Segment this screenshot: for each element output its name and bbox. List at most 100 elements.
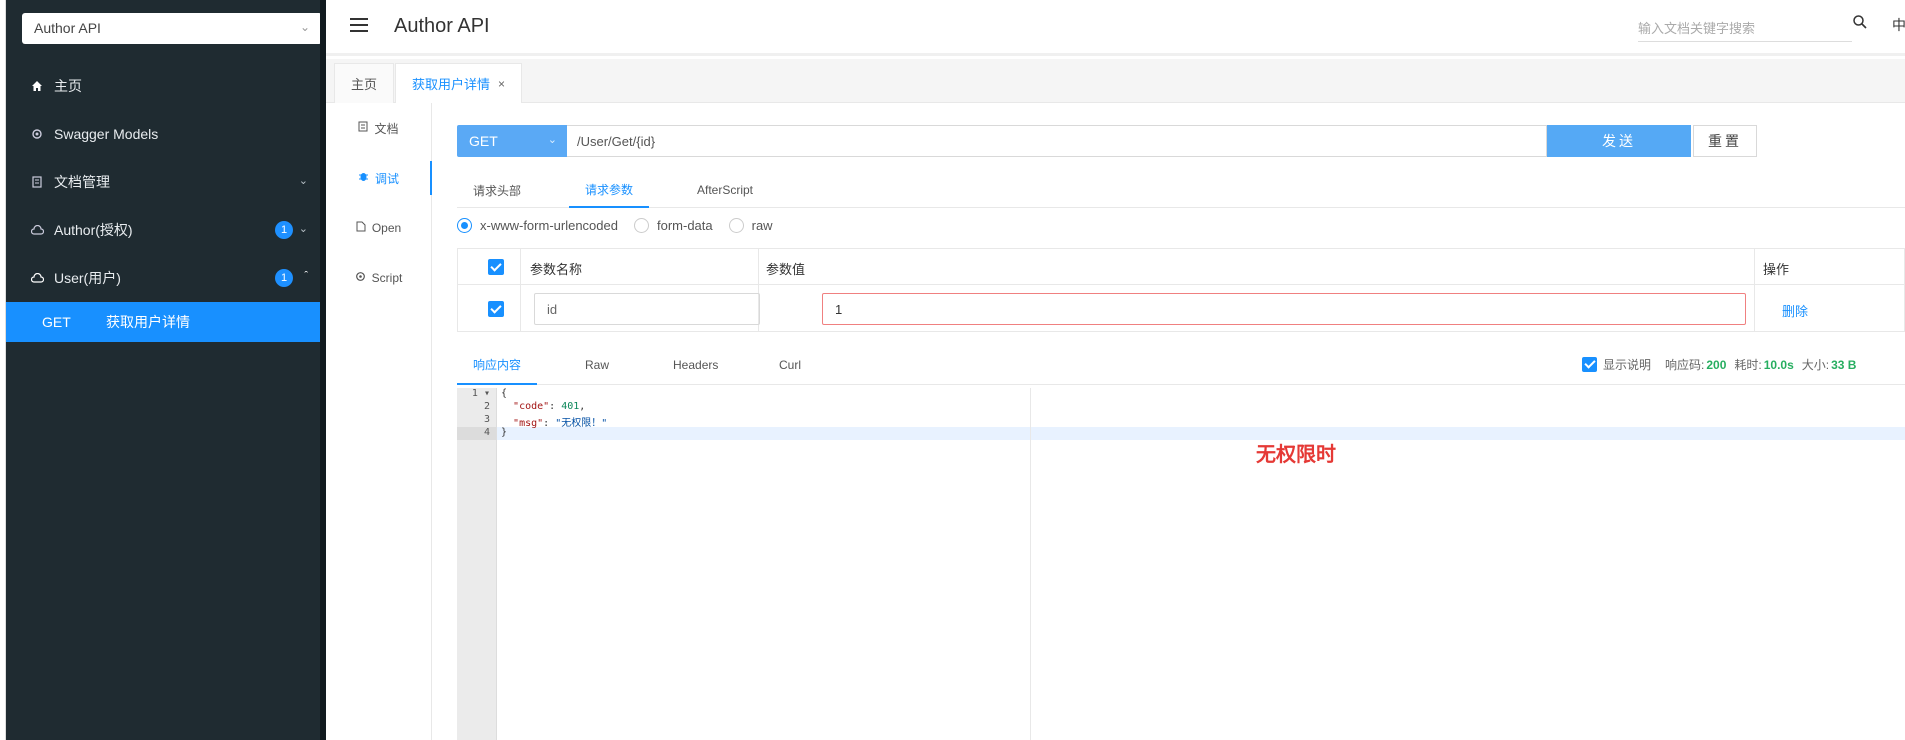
line-number: 4: [457, 427, 496, 440]
gear-icon: [355, 271, 366, 285]
chevron-down-icon: ⌄: [298, 175, 308, 187]
sidebar-item-label: Swagger Models: [54, 126, 159, 142]
radio-label: raw: [751, 218, 773, 233]
editor-print-margin: [1030, 388, 1031, 740]
response-time-value: 10.0s: [1763, 357, 1794, 372]
chevron-down-icon: ⌄: [298, 223, 308, 235]
request-tabs: 请求头部 请求参数 AfterScript: [457, 172, 1905, 208]
response-size-value: 33 B: [1831, 357, 1857, 372]
page-tabs-bar: 主页 获取用户详情 ×: [326, 59, 1905, 103]
select-all-checkbox[interactable]: [488, 259, 504, 275]
column-header-action: 操作: [1763, 262, 1790, 277]
sidebar-subitem-get-user-detail[interactable]: GET 获取用户详情: [6, 302, 326, 342]
sidebar-item-swagger-models[interactable]: Swagger Models: [6, 110, 326, 158]
sidebar-item-label: User(用户): [54, 270, 121, 286]
response-code-label: 响应码:: [1665, 358, 1705, 372]
collapse-menu-icon[interactable]: [350, 18, 368, 34]
tab-label: Open: [371, 221, 402, 235]
code-line: "code": 401,: [513, 401, 586, 412]
tab-label: 获取用户详情: [412, 77, 491, 92]
sidebar: Author API ⌄ 主页 Swagger Models 文档管理 ⌄ Au…: [6, 0, 326, 740]
code-line: {: [501, 388, 508, 399]
code-line: }: [497, 427, 1905, 440]
page-title: Author API: [394, 15, 490, 37]
vertical-tabs: 文档 调试 Open Script: [326, 103, 432, 740]
params-table: 参数名称 参数值 操作 id 1 删除: [457, 248, 1905, 332]
document-icon: [358, 121, 368, 135]
tab-home[interactable]: 主页: [334, 63, 395, 103]
radio-urlencoded[interactable]: x-www-form-urlencoded: [457, 218, 618, 233]
sidebar-item-label: Author(授权): [54, 222, 133, 238]
http-method-value: GET: [469, 133, 498, 149]
home-icon: [30, 79, 44, 93]
http-method-select[interactable]: GET ⌄: [457, 125, 567, 157]
tab-afterscript[interactable]: AfterScript: [681, 172, 769, 208]
response-code-value: 200: [1706, 357, 1727, 372]
tab-label: 调试: [374, 171, 399, 186]
count-badge: 1: [275, 269, 293, 287]
sidebar-item-doc-management[interactable]: 文档管理 ⌄: [6, 158, 326, 206]
tab-doc[interactable]: 文档: [326, 103, 431, 153]
api-group-select-value: Author API: [34, 20, 101, 36]
content-type-radios: x-www-form-urlencoded form-data raw: [457, 218, 773, 233]
tab-label: 文档: [374, 121, 399, 136]
response-size-label: 大小:: [1801, 358, 1830, 372]
annotation-text: 无权限时: [1256, 444, 1336, 466]
param-value-input[interactable]: 1: [822, 293, 1746, 325]
top-bar: Author API 输入文档关键字搜索 中: [326, 0, 1905, 56]
sidebar-item-label: 文档管理: [54, 174, 110, 190]
sidebar-item-home[interactable]: 主页: [6, 62, 326, 110]
row-checkbox[interactable]: [488, 301, 504, 317]
search-icon[interactable]: [1852, 14, 1868, 30]
code-line: "msg": "无权限！": [513, 418, 608, 429]
column-header-param-name: 参数名称: [530, 262, 583, 277]
tab-response-headers[interactable]: Headers: [657, 345, 734, 385]
send-button[interactable]: 发送: [1547, 125, 1691, 157]
chevron-down-icon: ⌄: [547, 134, 557, 146]
response-editor[interactable]: 1 ▾ 2 3 4 { "code": 401, "msg": "无权限！" }: [457, 388, 1905, 740]
line-number: 2: [483, 401, 490, 412]
response-time-label: 耗时:: [1734, 358, 1762, 372]
document-icon: [30, 175, 44, 189]
tab-label: 主页: [351, 77, 378, 92]
api-group-select[interactable]: Author API ⌄: [22, 13, 322, 44]
radio-dot: [633, 218, 649, 233]
tab-debug[interactable]: 调试: [326, 153, 432, 203]
reset-button[interactable]: 重置: [1693, 125, 1757, 157]
search-input[interactable]: 输入文档关键字搜索: [1638, 14, 1852, 42]
radio-raw[interactable]: raw: [728, 218, 773, 233]
radio-form-data[interactable]: form-data: [633, 218, 713, 233]
sidebar-item-author[interactable]: Author(授权) 1 ⌄: [6, 206, 326, 254]
tab-request-headers[interactable]: 请求头部: [457, 172, 537, 208]
line-number: 1 ▾: [471, 388, 490, 399]
editor-code: { "code": 401, "msg": "无权限！" }: [497, 388, 1905, 740]
delete-param-link[interactable]: 删除: [1782, 301, 1808, 320]
editor-gutter: 1 ▾ 2 3 4: [457, 388, 497, 740]
file-icon: [356, 221, 366, 235]
sidebar-item-user[interactable]: User(用户) 1 ˆ: [6, 254, 326, 302]
line-number: 3: [483, 414, 490, 425]
tab-get-user-detail[interactable]: 获取用户详情 ×: [395, 63, 523, 103]
tab-script[interactable]: Script: [326, 253, 431, 303]
tab-request-params[interactable]: 请求参数: [569, 172, 650, 208]
request-line: GET ⌄ /User/Get/{id} 发送 重置: [457, 125, 1757, 157]
tab-response-content[interactable]: 响应内容: [457, 345, 538, 385]
column-header-param-value: 参数值: [766, 262, 806, 277]
tab-open[interactable]: Open: [326, 203, 431, 253]
language-switch[interactable]: 中: [1892, 15, 1905, 35]
tab-response-curl[interactable]: Curl: [763, 345, 817, 385]
radio-label: form-data: [656, 218, 713, 233]
count-badge: 1: [275, 221, 293, 239]
sidebar-menu: 主页 Swagger Models 文档管理 ⌄ Author(授权) 1 ⌄: [6, 62, 326, 342]
show-description-label: 显示说明: [1603, 358, 1652, 372]
table-header: 参数名称 参数值 操作: [458, 249, 1904, 285]
param-name-input[interactable]: id: [534, 293, 760, 325]
chevron-down-icon: ⌄: [299, 20, 310, 34]
bug-icon: [358, 171, 369, 185]
response-meta: 显示说明 响应码: 200 耗时: 10.0s 大小: 33 B: [1582, 356, 1864, 373]
close-icon[interactable]: ×: [498, 77, 505, 91]
gear-icon: [30, 127, 44, 141]
tab-response-raw[interactable]: Raw: [569, 345, 625, 385]
show-description-checkbox[interactable]: [1582, 357, 1597, 372]
url-input[interactable]: /User/Get/{id}: [567, 125, 1547, 157]
